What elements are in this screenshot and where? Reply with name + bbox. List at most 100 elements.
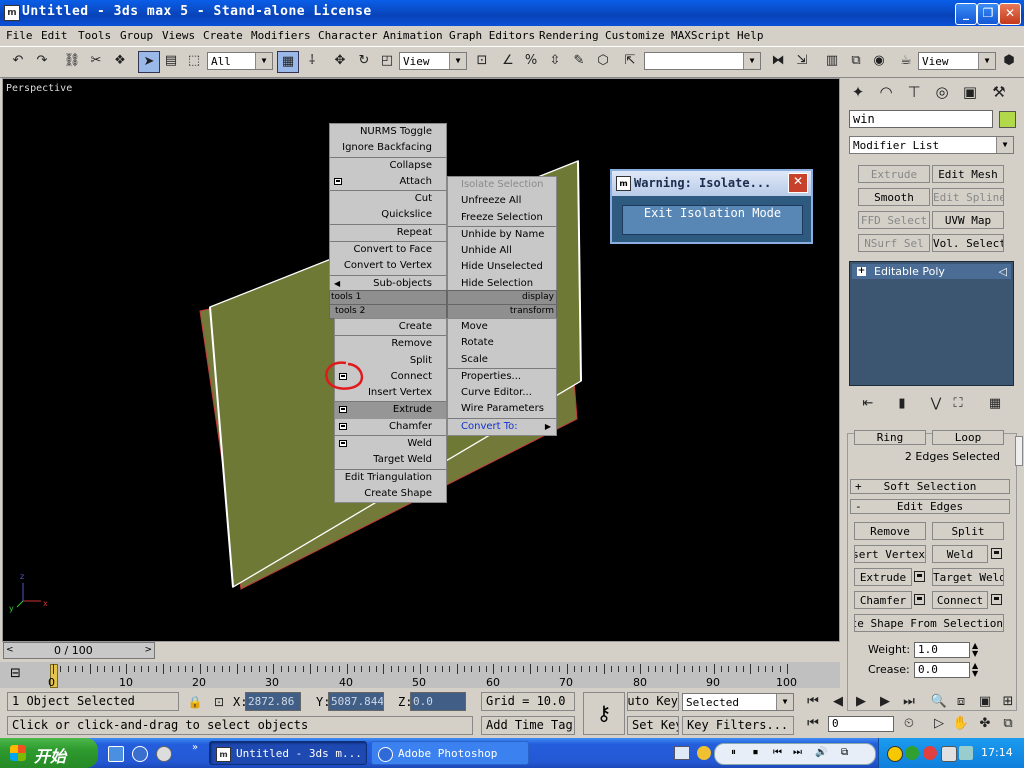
unlink-icon[interactable]: ✂ — [86, 51, 106, 71]
menu-item-extrude[interactable]: Extrude — [335, 401, 446, 419]
menu-file[interactable]: File — [6, 29, 33, 42]
schematic-view-icon[interactable]: ⧉ — [846, 51, 866, 71]
menu-item-convert-to[interactable]: Convert To: ▶ — [448, 417, 556, 435]
menu-views[interactable]: Views — [162, 29, 195, 42]
show-desktop-icon[interactable] — [108, 746, 124, 762]
previous-frame-icon[interactable]: ◀ — [828, 692, 848, 712]
undo-icon[interactable]: ↶ — [8, 51, 28, 71]
remove-edge-button[interactable]: Remove — [854, 522, 926, 540]
weld-edge-button[interactable]: Weld — [932, 545, 988, 563]
expand-plus-icon[interactable]: + — [857, 267, 866, 276]
align-icon[interactable]: ⇲ — [792, 51, 812, 71]
mirror-icon[interactable]: ⧓ — [768, 51, 788, 71]
zoom-extents-all-icon[interactable]: ⊞ — [998, 692, 1018, 712]
edit-named-selections-icon[interactable]: ✎ — [569, 51, 589, 71]
move-icon[interactable]: ✥ — [330, 51, 350, 71]
menu-create[interactable]: Create — [203, 29, 243, 42]
task-3ds-max[interactable]: m Untitled - 3ds m... — [209, 741, 367, 765]
scale-icon[interactable]: ◰ — [377, 51, 397, 71]
pan-icon[interactable]: ✋ — [951, 714, 971, 734]
named-sets-icon[interactable]: ⇱ — [620, 51, 640, 71]
modifier-uvw-map-button[interactable]: UVW Map — [932, 211, 1004, 229]
edit-edges-rollout[interactable]: - Edit Edges — [850, 499, 1010, 514]
menu-tools[interactable]: Tools — [78, 29, 111, 42]
menu-item-ignore-backfacing[interactable]: Ignore Backfacing — [330, 140, 446, 156]
weight-spinner[interactable]: 1.0 — [914, 642, 970, 658]
menu-character[interactable]: Character — [318, 29, 378, 42]
go-to-end-icon[interactable]: ⏭ — [899, 692, 919, 712]
open-mini-curve-editor-icon[interactable]: ⊟ — [10, 666, 30, 686]
menu-item-weld[interactable]: Weld — [335, 435, 446, 452]
zoom-all-icon[interactable]: ⧈ — [951, 692, 971, 712]
snaps-icon[interactable]: ⸸ — [302, 51, 322, 71]
play-icon[interactable]: ▶ — [851, 692, 871, 712]
connect-settings-icon[interactable] — [991, 594, 1002, 605]
menu-item-convert-to-vertex[interactable]: Convert to Vertex — [330, 258, 446, 274]
key-mode-toggle-icon[interactable]: ⏮ — [803, 714, 823, 734]
max-icon[interactable]: m — [4, 5, 20, 21]
task-photoshop[interactable]: Adobe Photoshop — [371, 741, 529, 765]
tray-icon-green[interactable] — [905, 746, 919, 760]
menu-item-target-weld[interactable]: Target Weld — [335, 452, 446, 468]
menu-item-curve-editor[interactable]: Curve Editor... — [448, 385, 556, 401]
keyboard-icon[interactable] — [674, 746, 690, 760]
modifier-extrude-button[interactable]: Extrude — [858, 165, 930, 183]
menu-item-properties[interactable]: Properties... — [448, 367, 556, 385]
menu-item-create[interactable]: Create — [335, 319, 446, 335]
material-editor-icon[interactable]: ◉ — [869, 51, 889, 71]
auto-key-button[interactable]: Auto Key — [627, 692, 679, 711]
menu-group[interactable]: Group — [120, 29, 153, 42]
modifier-edit-mesh-button[interactable]: Edit Mesh — [932, 165, 1004, 183]
lock-selection-icon[interactable]: 🔒 — [185, 692, 205, 712]
minimize-button[interactable]: _ — [955, 3, 977, 25]
menu-item-attach[interactable]: Attach — [330, 174, 446, 190]
set-key-button[interactable]: Set Key — [627, 716, 679, 735]
menu-graph-editors[interactable]: Graph Editors — [449, 29, 535, 42]
zoom-icon[interactable]: 🔍 — [929, 692, 949, 712]
remove-modifier-icon[interactable]: ⛶ — [948, 394, 968, 414]
time-slider[interactable]: < 0 / 100 > — [0, 641, 840, 661]
key-mode-dropdown[interactable]: Selected ▼ — [682, 693, 794, 711]
exit-isolation-mode-button[interactable]: Exit Isolation Mode — [622, 205, 803, 235]
tray-icon-red[interactable] — [923, 746, 937, 760]
quick-launch-icon[interactable] — [156, 746, 172, 762]
menu-item-wire-parameters[interactable]: Wire Parameters — [448, 401, 556, 417]
extrude-settings-icon[interactable] — [914, 571, 925, 582]
menu-item-scale[interactable]: Scale — [448, 352, 556, 368]
zoom-extents-icon[interactable]: ▣ — [975, 692, 995, 712]
language-icon[interactable] — [697, 746, 711, 760]
modify-tab-icon[interactable]: ◠ — [876, 82, 896, 102]
modifier-ffd-select-button[interactable]: FFD Select — [858, 211, 930, 229]
menu-item-collapse[interactable]: Collapse — [330, 156, 446, 174]
modifier-smooth-button[interactable]: Smooth — [858, 188, 930, 206]
stack-item-editable-poly[interactable]: + Editable Poly ◁ — [852, 264, 1011, 279]
modifier-nsurf-sel-button[interactable]: NSurf Sel — [858, 234, 930, 252]
absolute-mode-icon[interactable]: ⊡ — [209, 692, 229, 712]
add-time-tag-button[interactable]: Add Time Tag — [481, 716, 575, 735]
settings-box-icon[interactable] — [339, 406, 347, 414]
menu-item-chamfer[interactable]: Chamfer — [335, 419, 446, 435]
stop-icon[interactable]: ⏹ — [753, 747, 758, 758]
insert-vertex-button[interactable]: Insert Vertex — [854, 545, 926, 563]
next-frame-icon[interactable]: ▶ — [875, 692, 895, 712]
menu-item-quickslice[interactable]: Quickslice — [330, 207, 446, 223]
next-track-icon[interactable]: ⏭ — [793, 747, 802, 758]
previous-track-icon[interactable]: ⏮ — [773, 747, 782, 758]
volume-icon[interactable]: 🔊 — [815, 747, 827, 758]
utilities-tab-icon[interactable]: ⚒ — [989, 82, 1009, 102]
qq-icon[interactable] — [887, 746, 903, 762]
settings-box-icon[interactable] — [339, 422, 347, 430]
time-configuration-icon[interactable]: ⏲ — [899, 714, 919, 734]
selection-filter-dropdown[interactable]: All ▼ — [207, 52, 273, 70]
menu-item-nurms-toggle[interactable]: NURMS Toggle — [330, 124, 446, 140]
quick-render-icon[interactable]: ⬢ — [999, 51, 1019, 71]
pause-icon[interactable]: ⏸ — [731, 747, 736, 758]
spinner-snap-icon[interactable]: ⇳ — [545, 51, 565, 71]
weld-settings-icon[interactable] — [991, 548, 1002, 559]
go-to-start-icon[interactable]: ⏮ — [803, 692, 823, 712]
loop-button[interactable]: Loop — [932, 430, 1004, 445]
crease-spinner-arrows[interactable]: ▲ ▼ — [972, 662, 978, 678]
key-icon[interactable]: ⚷ — [583, 692, 625, 735]
track-view-icon[interactable]: ▥ — [822, 51, 842, 71]
menu-maxscript[interactable]: MAXScript — [671, 29, 731, 42]
